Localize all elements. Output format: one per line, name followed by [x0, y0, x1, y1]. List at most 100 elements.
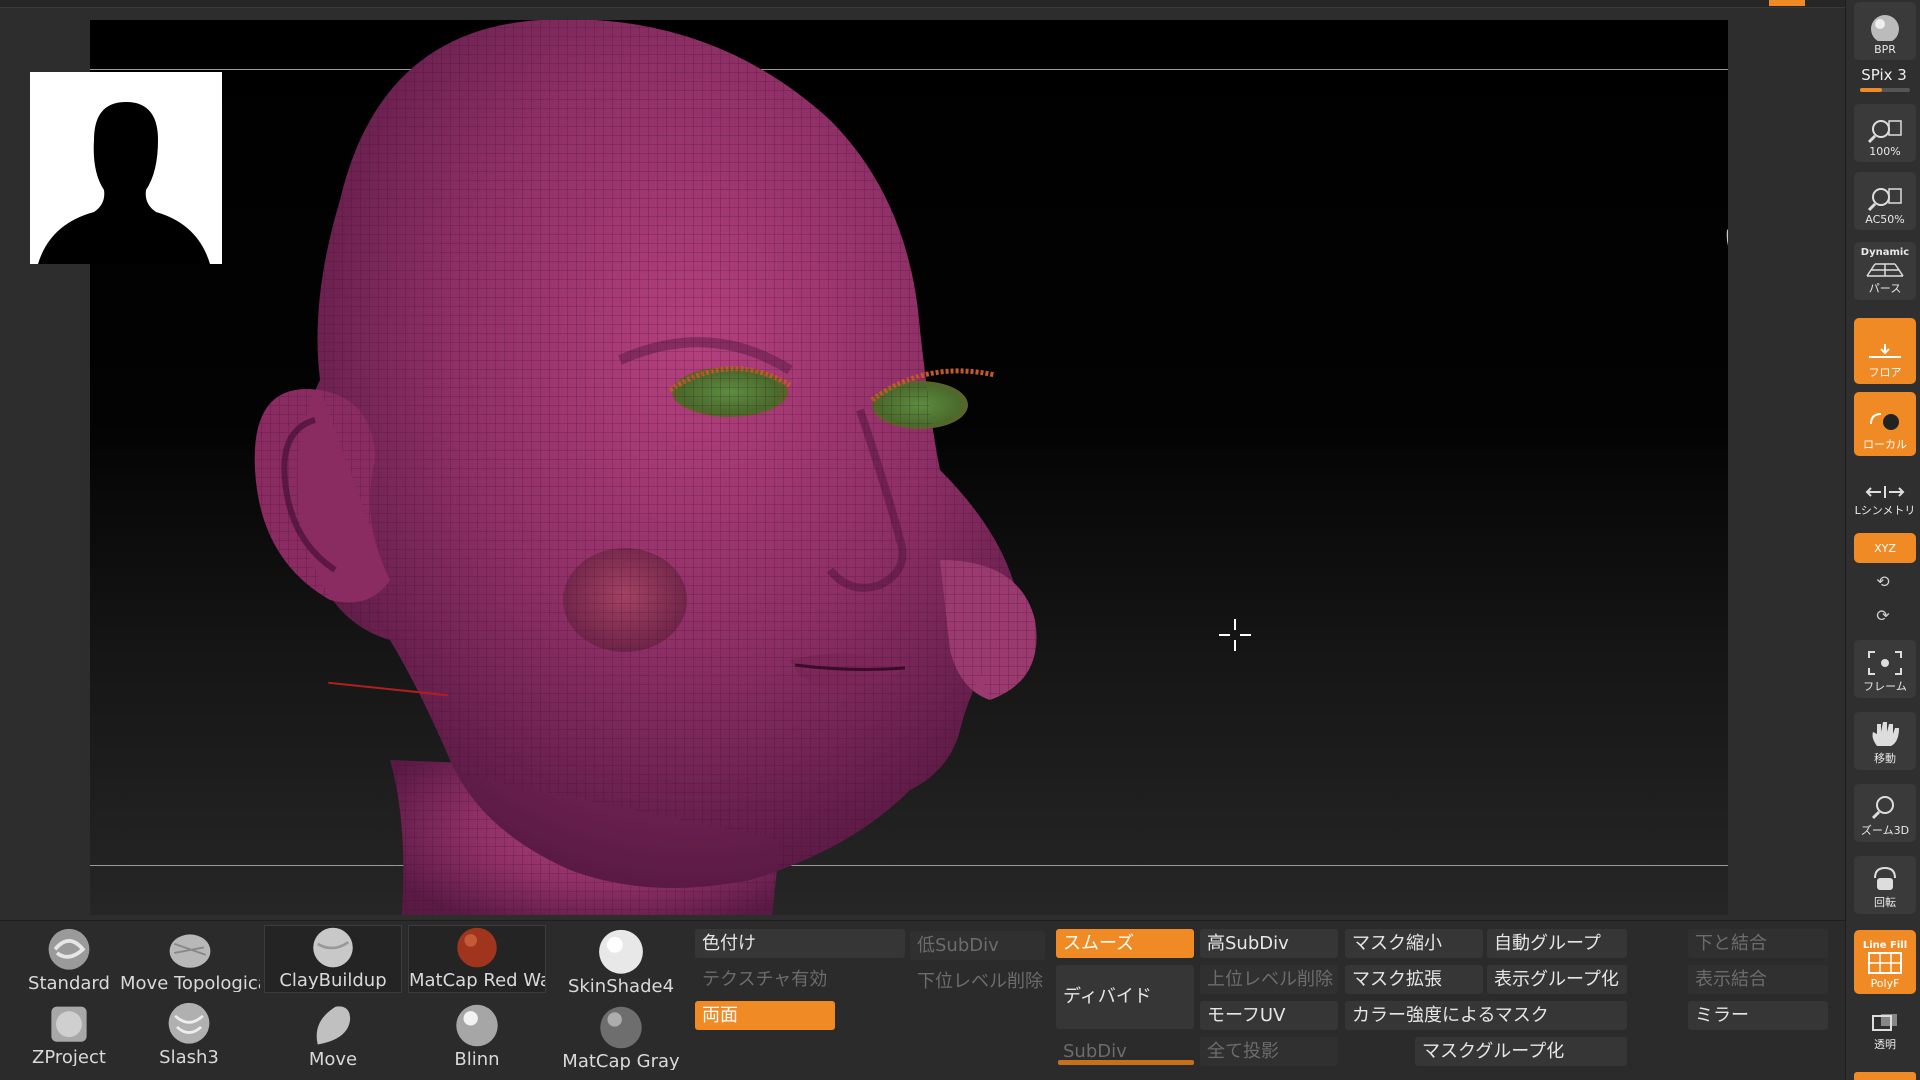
- lsym-button[interactable]: Lシンメトリ: [1854, 470, 1916, 522]
- double-sided-button[interactable]: 両面: [695, 1001, 835, 1030]
- shelf-bottom-accent: [1854, 1072, 1916, 1080]
- material-blinn[interactable]: Blinn: [408, 1003, 546, 1071]
- brush-label: Move Topologica: [120, 972, 260, 992]
- brush-label: ZProject: [32, 1046, 106, 1066]
- magnifier-icon: [1867, 188, 1902, 211]
- delete-higher-button[interactable]: 上位レベル削除: [1200, 965, 1338, 994]
- zoom3d-button[interactable]: ズーム3D: [1854, 784, 1916, 842]
- move-view-label: 移動: [1874, 752, 1896, 765]
- brush-standard[interactable]: Standard: [0, 927, 138, 995]
- lower-subdiv-button[interactable]: 低SubDiv: [910, 931, 1045, 960]
- linefill-label: Line Fill: [1862, 940, 1908, 951]
- rotate-z-icon[interactable]: ⟳: [1866, 606, 1900, 632]
- delete-lower-button[interactable]: 下位レベル削除: [910, 967, 1045, 996]
- zbrush-app: BPR SPix 3 100% AC50% Dynamic パース フロア ロー…: [0, 0, 1920, 1080]
- dynamic-label: Dynamic: [1860, 247, 1910, 258]
- project-all-button[interactable]: 全て投影: [1200, 1037, 1338, 1066]
- perspective-grid-icon: [1866, 263, 1904, 277]
- merge-down-button[interactable]: 下と結合: [1688, 929, 1828, 958]
- subdiv-slider-fill: [1058, 1060, 1194, 1065]
- claybuildup-brush-icon: [313, 927, 353, 968]
- higher-subdiv-button[interactable]: 高SubDiv: [1200, 929, 1338, 958]
- zoom3d-label: ズーム3D: [1860, 824, 1910, 837]
- head-mesh-model[interactable]: [90, 20, 1190, 915]
- rotate-view-button[interactable]: 回転: [1854, 856, 1916, 914]
- xyz-rotate-button[interactable]: XYZ: [1854, 533, 1916, 563]
- material-matcap-gray[interactable]: MatCap Gray: [552, 1005, 690, 1073]
- rotate-hand-icon: [1874, 866, 1896, 890]
- rotate-y-icon[interactable]: ⟲: [1866, 572, 1900, 598]
- colorize-button[interactable]: 色付け: [695, 929, 905, 958]
- bpr-label: BPR: [1874, 43, 1896, 56]
- slash3-brush-icon: [168, 1002, 210, 1044]
- local-label: ローカル: [1863, 438, 1907, 451]
- divide-button[interactable]: ディバイド: [1056, 965, 1194, 1029]
- material-label: MatCap Gray: [562, 1051, 680, 1070]
- red-wax-sphere-icon: [457, 927, 497, 968]
- frame-icon: [1868, 651, 1902, 675]
- zoom-100-button[interactable]: 100%: [1854, 104, 1916, 162]
- xyz-label: XYZ: [1874, 541, 1896, 555]
- mask-grow-button[interactable]: マスク拡張: [1345, 965, 1483, 994]
- auto-group-button[interactable]: 自動グループ: [1487, 929, 1627, 958]
- blinn-sphere-icon: [456, 1004, 498, 1047]
- silhouette-reference-image: [30, 72, 222, 264]
- brush-move-topological[interactable]: Move Topologica: [120, 927, 260, 995]
- transparent-label: 透明: [1874, 1038, 1896, 1051]
- perspective-label: パース: [1868, 282, 1902, 295]
- spix-slider[interactable]: [1860, 88, 1910, 92]
- bottom-panel: Standard Move Topologica ClayBuildup Mat…: [0, 920, 1845, 1080]
- polyf-label: PolyF: [1870, 977, 1900, 990]
- standard-brush-icon: [48, 928, 90, 970]
- mask-by-intensity-button[interactable]: カラー強度によるマスク: [1345, 1001, 1627, 1030]
- zoom3d-icon: [1871, 796, 1894, 820]
- top-accent-marker: [1769, 0, 1805, 6]
- bpr-button[interactable]: BPR: [1854, 2, 1916, 60]
- mirror-button[interactable]: ミラー: [1688, 1001, 1828, 1030]
- smooth-button[interactable]: スムーズ: [1056, 929, 1194, 958]
- navigation-head-icon[interactable]: [1715, 120, 1728, 280]
- lsym-label: Lシンメトリ: [1854, 504, 1916, 517]
- matcap-gray-sphere-icon: [600, 1006, 642, 1049]
- rotate-view-label: 回転: [1874, 896, 1896, 909]
- spix-slider-fill: [1860, 88, 1882, 92]
- head-mesh-svg: [254, 20, 1037, 915]
- move-topological-brush-icon: [169, 934, 211, 968]
- frame-button[interactable]: フレーム: [1854, 640, 1916, 698]
- floor-label: フロア: [1868, 366, 1902, 379]
- material-label: Blinn: [454, 1049, 500, 1068]
- symmetry-arrows-icon: [1865, 486, 1905, 498]
- move-brush-icon: [316, 1006, 351, 1045]
- floor-button[interactable]: フロア: [1854, 318, 1916, 384]
- right-shelf: BPR SPix 3 100% AC50% Dynamic パース フロア ロー…: [1845, 0, 1920, 1080]
- 3d-viewport[interactable]: [90, 20, 1728, 915]
- transparent-button[interactable]: 透明: [1854, 1004, 1916, 1056]
- mask-shrink-button[interactable]: マスク縮小: [1345, 929, 1483, 958]
- texture-on-button[interactable]: テクスチャ有効: [695, 965, 905, 994]
- merge-visible-button[interactable]: 表示結合: [1688, 965, 1828, 994]
- material-skinshade4[interactable]: SkinShade4: [552, 929, 690, 997]
- dynamic-perspective-button[interactable]: Dynamic パース: [1854, 242, 1916, 300]
- brush-claybuildup[interactable]: ClayBuildup: [264, 925, 402, 993]
- brush-move[interactable]: Move: [264, 1003, 402, 1071]
- top-strip: [0, 0, 1845, 8]
- skinshade-sphere-icon: [599, 929, 643, 974]
- mask-group-button[interactable]: マスクグループ化: [1415, 1037, 1627, 1066]
- crosshair-cursor-icon: [1219, 619, 1251, 651]
- polyframe-button[interactable]: Line Fill PolyF: [1854, 930, 1916, 994]
- material-label: SkinShade4: [567, 975, 675, 994]
- brush-label: Slash3: [159, 1046, 219, 1066]
- brush-zproject[interactable]: ZProject: [0, 1001, 138, 1069]
- zoom-ac50-button[interactable]: AC50%: [1854, 172, 1916, 230]
- local-button[interactable]: ローカル: [1854, 392, 1916, 456]
- transparency-icon: [1872, 1014, 1897, 1031]
- material-matcap-red-wax[interactable]: MatCap Red Wa:: [408, 925, 546, 993]
- move-view-button[interactable]: 移動: [1854, 712, 1916, 770]
- magnifier-icon: [1867, 120, 1902, 143]
- morph-uv-button[interactable]: モーフUV: [1200, 1001, 1338, 1030]
- visible-group-button[interactable]: 表示グループ化: [1487, 965, 1627, 994]
- silhouette-icon: [38, 102, 210, 264]
- brush-slash3[interactable]: Slash3: [120, 1001, 258, 1069]
- brush-label: Standard: [28, 972, 110, 992]
- bpr-sphere-icon: [1871, 15, 1899, 41]
